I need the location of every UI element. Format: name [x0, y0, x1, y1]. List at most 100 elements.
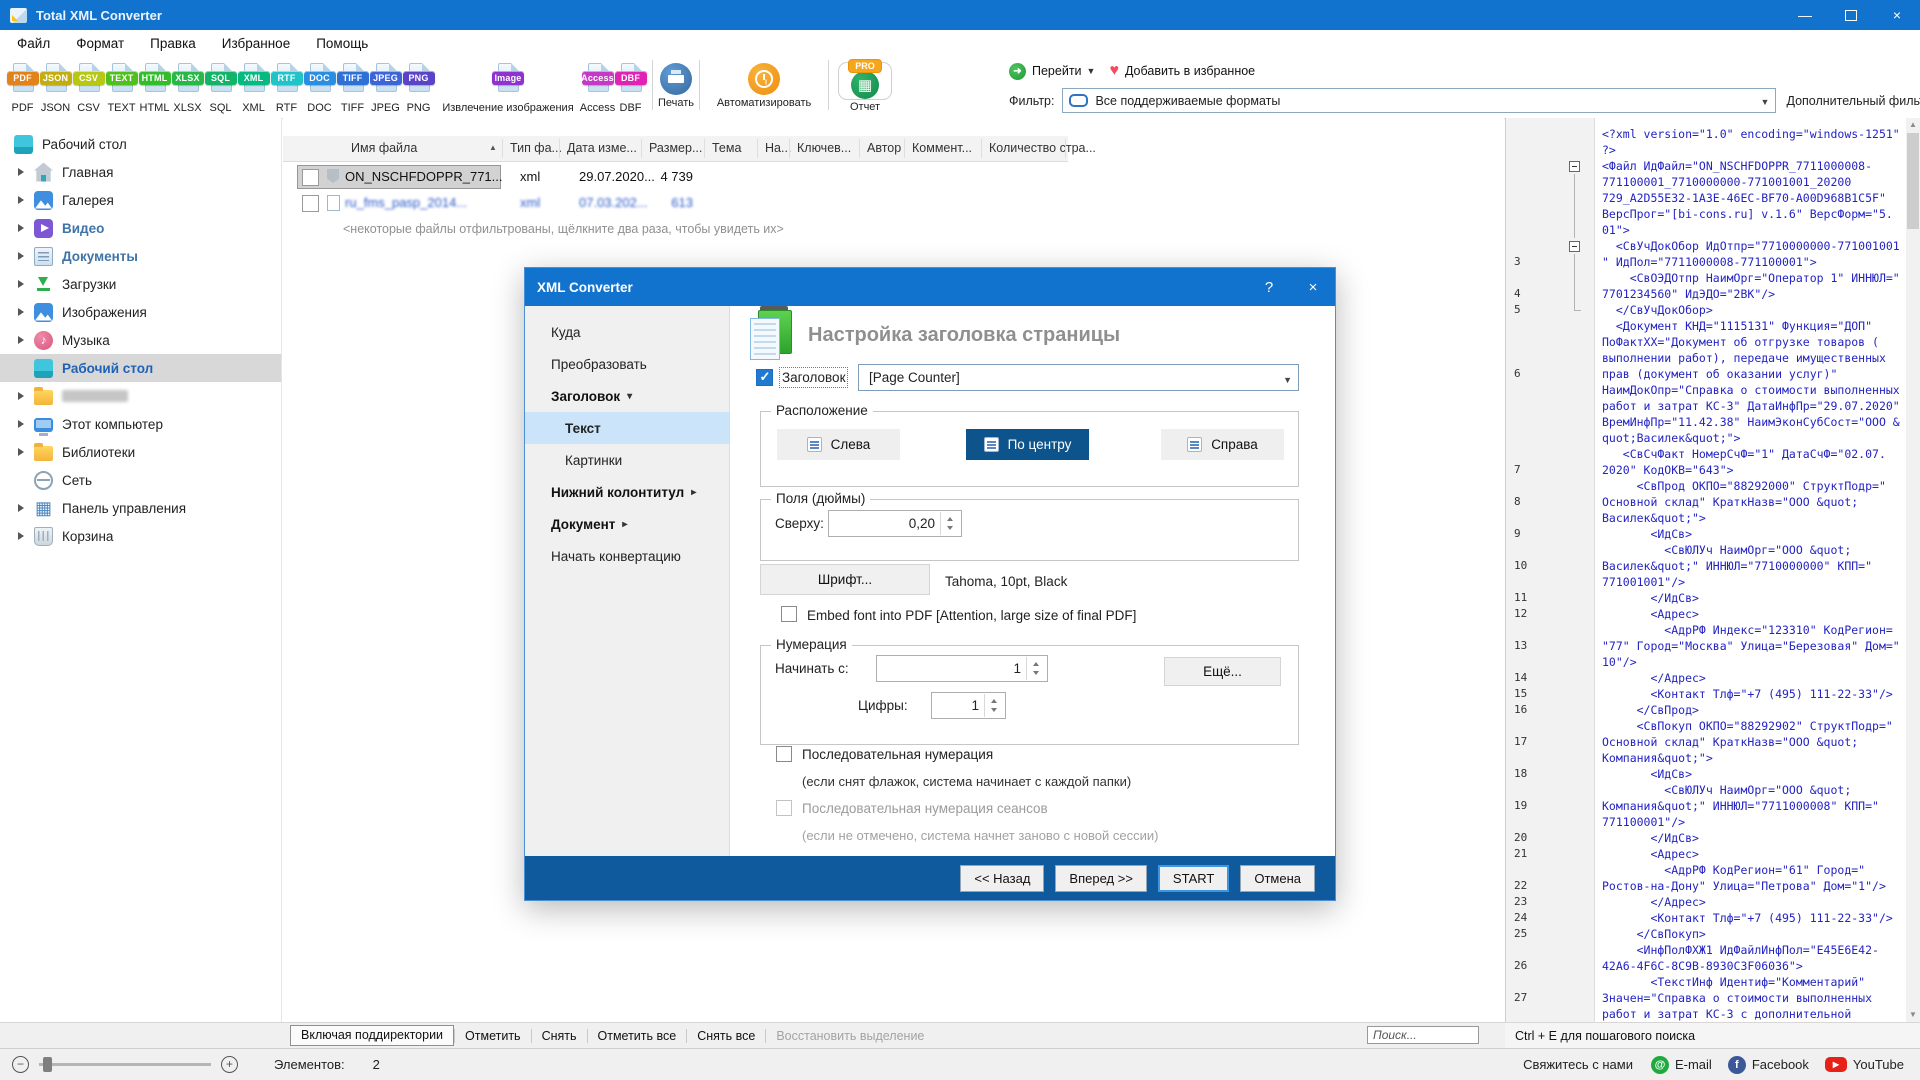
row-checkbox[interactable]	[302, 195, 319, 212]
format-jpeg-button[interactable]: JPEGJPEG	[369, 56, 402, 114]
fold-collapse-icon[interactable]	[1569, 241, 1580, 252]
expand-arrow-icon[interactable]	[18, 448, 24, 456]
menu-item-2[interactable]: Правка	[137, 33, 209, 54]
format-access-button[interactable]: AccessAccess	[581, 56, 614, 114]
expand-arrow-icon[interactable]	[18, 532, 24, 540]
column-header-0[interactable]: Имя файла	[351, 141, 417, 155]
zoom-slider[interactable]	[39, 1056, 211, 1073]
wizard-step-0[interactable]: Куда	[525, 316, 729, 348]
expand-arrow-icon[interactable]	[18, 252, 24, 260]
embed-font-label[interactable]: Embed font into PDF [Attention, large si…	[807, 608, 1136, 623]
spinner-arrows-icon[interactable]	[984, 694, 1004, 717]
minimize-button[interactable]: —	[1782, 0, 1828, 30]
sidebar-item-этот-компьютер[interactable]: Этот компьютер	[0, 410, 281, 438]
spinner-arrows-icon[interactable]	[1026, 657, 1046, 680]
report-button[interactable]: PRO▦Отчет	[834, 56, 896, 113]
wizard-step-1[interactable]: Преобразовать	[525, 348, 729, 380]
maximize-button[interactable]	[1828, 0, 1874, 30]
format-xml-button[interactable]: XMLXML	[237, 56, 270, 114]
sidebar-item-изображения[interactable]: Изображения	[0, 298, 281, 326]
sidebar-item-панель-управления[interactable]: ▦Панель управления	[0, 494, 281, 522]
column-header-1[interactable]: Тип фа...	[510, 141, 562, 155]
format-text-button[interactable]: TEXTTEXT	[105, 56, 138, 114]
expand-arrow-icon[interactable]	[18, 504, 24, 512]
status-button-3[interactable]: Отметить все	[588, 1029, 687, 1043]
header-checkbox-label[interactable]: Заголовок	[782, 370, 845, 385]
sequential-numbering-label[interactable]: Последовательная нумерация	[802, 747, 993, 762]
sidebar-item-библиотеки[interactable]: Библиотеки	[0, 438, 281, 466]
dialog-close-button[interactable]: ×	[1291, 268, 1335, 306]
table-row[interactable]: ON_NSCHFDOPPR_771...xml29.07.2020...4 73…	[283, 164, 1504, 190]
sequential-numbering-checkbox[interactable]	[776, 746, 792, 762]
filtered-files-note[interactable]: <некоторые файлы отфильтрованы, щёлкните…	[343, 222, 784, 236]
search-input[interactable]: Поиск...	[1367, 1026, 1479, 1044]
sidebar-item-загрузки[interactable]: Загрузки	[0, 270, 281, 298]
wizard-step-4[interactable]: Картинки	[525, 444, 729, 476]
expand-arrow-icon[interactable]	[18, 168, 24, 176]
slider-thumb[interactable]	[43, 1057, 52, 1072]
format-png-button[interactable]: PNGPNG	[402, 56, 435, 114]
menu-item-4[interactable]: Помощь	[303, 33, 381, 54]
column-header-9[interactable]: Количество стра...	[989, 141, 1096, 155]
sidebar-item-музыка[interactable]: ♪Музыка	[0, 326, 281, 354]
format-pdf-button[interactable]: PDFPDF	[6, 56, 39, 114]
sidebar-item-документы[interactable]: Документы	[0, 242, 281, 270]
column-header-3[interactable]: Размер...	[649, 141, 702, 155]
xml-scrollbar[interactable]: ▲ ▼	[1906, 118, 1920, 1022]
go-button[interactable]: Перейти	[1032, 64, 1082, 78]
dialog-button-0[interactable]: << Назад	[960, 865, 1044, 892]
format-rtf-button[interactable]: RTFRTF	[270, 56, 303, 114]
column-header-2[interactable]: Дата изме...	[567, 141, 637, 155]
scroll-down-icon[interactable]: ▼	[1906, 1008, 1920, 1022]
wizard-step-7[interactable]: Начать конвертацию	[525, 540, 729, 572]
sidebar-item-галерея[interactable]: Галерея	[0, 186, 281, 214]
status-button-0[interactable]: Включая поддиректории	[290, 1025, 454, 1046]
expand-arrow-icon[interactable]	[18, 280, 24, 288]
format-xlsx-button[interactable]: XLSXXLSX	[171, 56, 204, 114]
format-json-button[interactable]: JSONJSON	[39, 56, 72, 114]
youtube-link[interactable]: ▶YouTube	[1825, 1057, 1904, 1072]
expand-arrow-icon[interactable]	[18, 336, 24, 344]
column-header-8[interactable]: Коммент...	[912, 141, 972, 155]
sidebar-item-рабочий-стол[interactable]: Рабочий стол	[0, 354, 281, 382]
column-header-7[interactable]: Автор	[867, 141, 901, 155]
sidebar-item-видео[interactable]: Видео	[0, 214, 281, 242]
position-0-button[interactable]: Слева	[777, 429, 900, 460]
zoom-out-button[interactable]: −	[12, 1056, 29, 1073]
menu-item-1[interactable]: Формат	[63, 33, 137, 54]
column-header-5[interactable]: На...	[765, 141, 791, 155]
more-button[interactable]: Ещё...	[1164, 657, 1281, 686]
status-button-1[interactable]: Отметить	[455, 1029, 531, 1043]
sidebar-item-рабочий-стол[interactable]: Рабочий стол	[0, 130, 281, 158]
wizard-step-6[interactable]: Документ▸	[525, 508, 729, 540]
zoom-in-button[interactable]: +	[221, 1056, 238, 1073]
expand-arrow-icon[interactable]	[18, 196, 24, 204]
expand-arrow-icon[interactable]	[18, 420, 24, 428]
chevron-down-icon[interactable]: ▼	[1761, 97, 1770, 107]
sidebar-item-сеть[interactable]: Сеть	[0, 466, 281, 494]
font-button[interactable]: Шрифт...	[760, 564, 930, 595]
wizard-step-5[interactable]: Нижний колонтитул▸	[525, 476, 729, 508]
sidebar-item-корзина[interactable]: Корзина	[0, 522, 281, 550]
header-value-combobox[interactable]: [Page Counter] ▼	[858, 364, 1299, 391]
position-1-button[interactable]: По центру	[966, 429, 1089, 460]
facebook-link[interactable]: fFacebook	[1728, 1056, 1809, 1074]
column-header-6[interactable]: Ключев...	[797, 141, 851, 155]
format-sql-button[interactable]: SQLSQL	[204, 56, 237, 114]
status-button-4[interactable]: Снять все	[687, 1029, 765, 1043]
header-checkbox[interactable]	[756, 369, 773, 386]
format-tiff-button[interactable]: TIFFTIFF	[336, 56, 369, 114]
extra-filter-button[interactable]: Дополнительный фильтр	[1786, 94, 1920, 108]
table-row[interactable]: ru_fms_pasp_2014...xml07.03.202...613	[283, 190, 1504, 216]
row-checkbox[interactable]	[302, 169, 319, 186]
wizard-step-3[interactable]: Текст	[525, 412, 729, 444]
format-csv-button[interactable]: CSVCSV	[72, 56, 105, 114]
status-button-2[interactable]: Снять	[532, 1029, 587, 1043]
column-header-4[interactable]: Тема	[712, 141, 741, 155]
dialog-button-3[interactable]: Отмена	[1240, 865, 1315, 892]
scrollbar-thumb[interactable]	[1907, 133, 1919, 229]
menu-item-0[interactable]: Файл	[4, 33, 63, 54]
dialog-help-button[interactable]: ?	[1247, 268, 1291, 306]
digits-input[interactable]: 1	[931, 692, 1006, 719]
dialog-button-1[interactable]: Вперед >>	[1055, 865, 1147, 892]
